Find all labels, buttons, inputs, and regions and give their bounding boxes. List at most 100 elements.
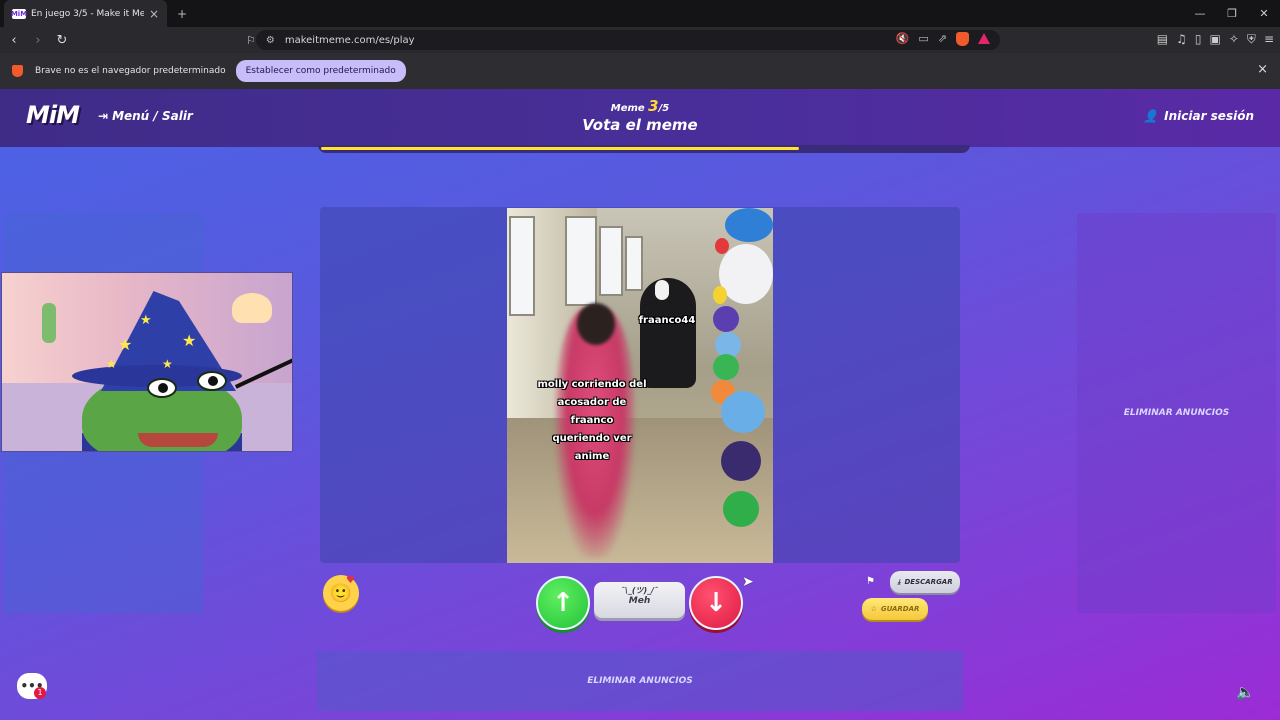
media-icon[interactable]: ♫ [1176,32,1187,47]
reload-icon[interactable]: ↻ [52,33,72,48]
brave-logo-icon [12,65,23,77]
sound-toggle-icon[interactable]: 🔈 [1236,683,1255,701]
url-text: makeitmeme.com/es/play [284,34,415,46]
wallet-icon[interactable]: ▣ [1210,32,1221,47]
reader-icon[interactable]: ▤ [1157,32,1168,47]
pepe-eye-right [197,371,227,391]
star-icon: ★ [140,313,152,328]
heart-icon: ♥ [346,575,355,586]
meme-balloon [723,491,759,527]
brave-rewards-icon[interactable] [978,33,990,44]
meme-balloon [721,391,765,433]
forward-icon[interactable]: › [28,33,48,48]
user-icon: 👤 [1143,109,1159,123]
url-field[interactable]: ⚐ ⚙ makeitmeme.com/es/play 🔇 ▭ ⇗ [246,30,1000,50]
save-label: GUARDAR [880,605,920,613]
save-button[interactable]: ☆ GUARDAR [862,598,928,620]
downvote-button[interactable]: ↓ [689,576,743,630]
site-info-icon[interactable]: ⚙ [266,35,275,46]
round-progress-fill [321,147,799,150]
upvote-button[interactable]: ↑ [536,576,590,630]
meme-username-caption: fraanco44 [638,315,696,326]
remove-ads-link[interactable]: ELIMINAR ANUNCIOS [587,676,693,686]
meme-person-head [577,303,615,345]
webcam-plant [42,303,56,343]
meh-button[interactable]: ¯\_(ツ)_/¯ Meh [594,582,685,618]
bookmark-icon[interactable]: ⚐ [246,34,256,47]
meme-balloon [713,354,739,380]
ad-slot-bottom[interactable]: ELIMINAR ANUNCIOS [317,651,963,711]
sidebar-icon[interactable]: ▯ [1195,32,1202,47]
star-icon: ★ [106,357,117,371]
pepe-eye-left [147,378,177,398]
download-label: DESCARGAR [904,578,953,586]
tab-title: En juego 3/5 - Make it Meme [31,8,144,19]
meme-prefix: Meme [610,103,645,114]
exit-icon: ⇥ [98,109,109,123]
minimize-icon[interactable]: — [1184,0,1216,27]
back-icon[interactable]: ‹ [4,33,24,48]
default-browser-infobar: Brave no es el navegador predeterminado … [0,53,1280,89]
brave-shields-icon[interactable] [956,32,969,46]
mouse-cursor-icon: ➤ [742,574,754,590]
pepe-pupil [158,383,168,393]
meme-balloon [713,286,727,304]
meme-window [599,226,623,296]
menu-exit-link[interactable]: ⇥ Menú / Salir [98,109,193,123]
star-outline-icon: ☆ [870,605,877,613]
star-icon: ★ [118,335,133,354]
pepe-mouth [138,433,218,447]
window-controls: — ❐ ✕ [1184,0,1280,27]
tab-bar: MiM En juego 3/5 - Make it Meme × + — ❐ … [0,0,1280,27]
report-flag-icon[interactable]: ⚑ [866,576,875,587]
site-logo[interactable]: MiM [26,101,80,129]
url-icons: 🔇 ▭ ⇗ [896,32,990,46]
meme-window [565,216,597,306]
tab-close-icon[interactable]: × [149,7,159,21]
cast-icon[interactable]: ▭ [918,32,928,46]
meme-balloon [719,244,773,304]
ad-slot-right[interactable]: ELIMINAR ANUNCIOS [1077,213,1276,613]
leo-icon[interactable]: ✧ [1229,32,1239,47]
mute-icon[interactable]: 🔇 [896,32,910,46]
infobar-close-icon[interactable]: × [1257,62,1268,77]
meme-balloon [713,306,739,332]
download-button[interactable]: ⤓ DESCARGAR [890,571,960,593]
address-bar: ‹ › ↻ ⚐ ⚙ makeitmeme.com/es/play 🔇 ▭ ⇗ ▤… [0,27,1280,53]
meh-label: Meh [628,596,651,606]
round-title: Meme 3/5 Vota el meme [540,97,740,134]
meme-caption-line: molly corriendo del [537,379,647,390]
star-icon: ★ [162,357,173,371]
menu-icon[interactable]: ≡ [1264,32,1274,47]
new-tab-icon[interactable]: + [177,7,187,21]
meme-balloon [715,238,729,254]
meme-balloon [725,208,773,242]
star-icon: ★ [182,331,197,350]
meme-caption-line: acosador de fraanco [557,397,627,426]
login-label: Iniciar sesión [1164,109,1254,123]
arrow-down-icon: ↓ [705,588,727,618]
share-icon[interactable]: ⇗ [938,32,947,46]
menu-exit-label: Menú / Salir [112,109,193,123]
meme-panel: fraanco44 molly corriendo del acosador d… [320,207,960,563]
meme-total: /5 [658,103,670,114]
browser-toolbar: ▤ ♫ ▯ ▣ ✧ ⛨ ≡ [1157,32,1274,47]
infobar-message: Brave no es el navegador predeterminado [35,66,226,76]
login-link[interactable]: 👤 Iniciar sesión [1143,109,1254,123]
browser-tab[interactable]: MiM En juego 3/5 - Make it Meme × [4,0,167,27]
close-window-icon[interactable]: ✕ [1248,0,1280,27]
meme-caption: molly corriendo del acosador de fraanco … [537,376,647,466]
meme-mask [655,280,669,300]
shrug-emoticon: ¯\_(ツ)_/¯ [620,586,659,595]
meme-image: fraanco44 molly corriendo del acosador d… [507,208,773,563]
streamer-webcam-overlay: ★ ★ ★ ★ ★ [1,272,293,452]
site-header: MiM ⇥ Menú / Salir Meme 3/5 Vota el meme… [0,89,1280,147]
round-progress-bar [318,145,970,153]
set-default-button[interactable]: Establecer como predeterminado [235,60,406,82]
meme-caption-line: queriendo ver anime [552,433,632,462]
restore-icon[interactable]: ❐ [1216,0,1248,27]
remove-ads-link[interactable]: ELIMINAR ANUNCIOS [1124,408,1230,418]
arrow-up-icon: ↑ [552,588,574,618]
page-title: Vota el meme [582,116,698,134]
vpn-icon[interactable]: ⛨ [1247,32,1256,47]
